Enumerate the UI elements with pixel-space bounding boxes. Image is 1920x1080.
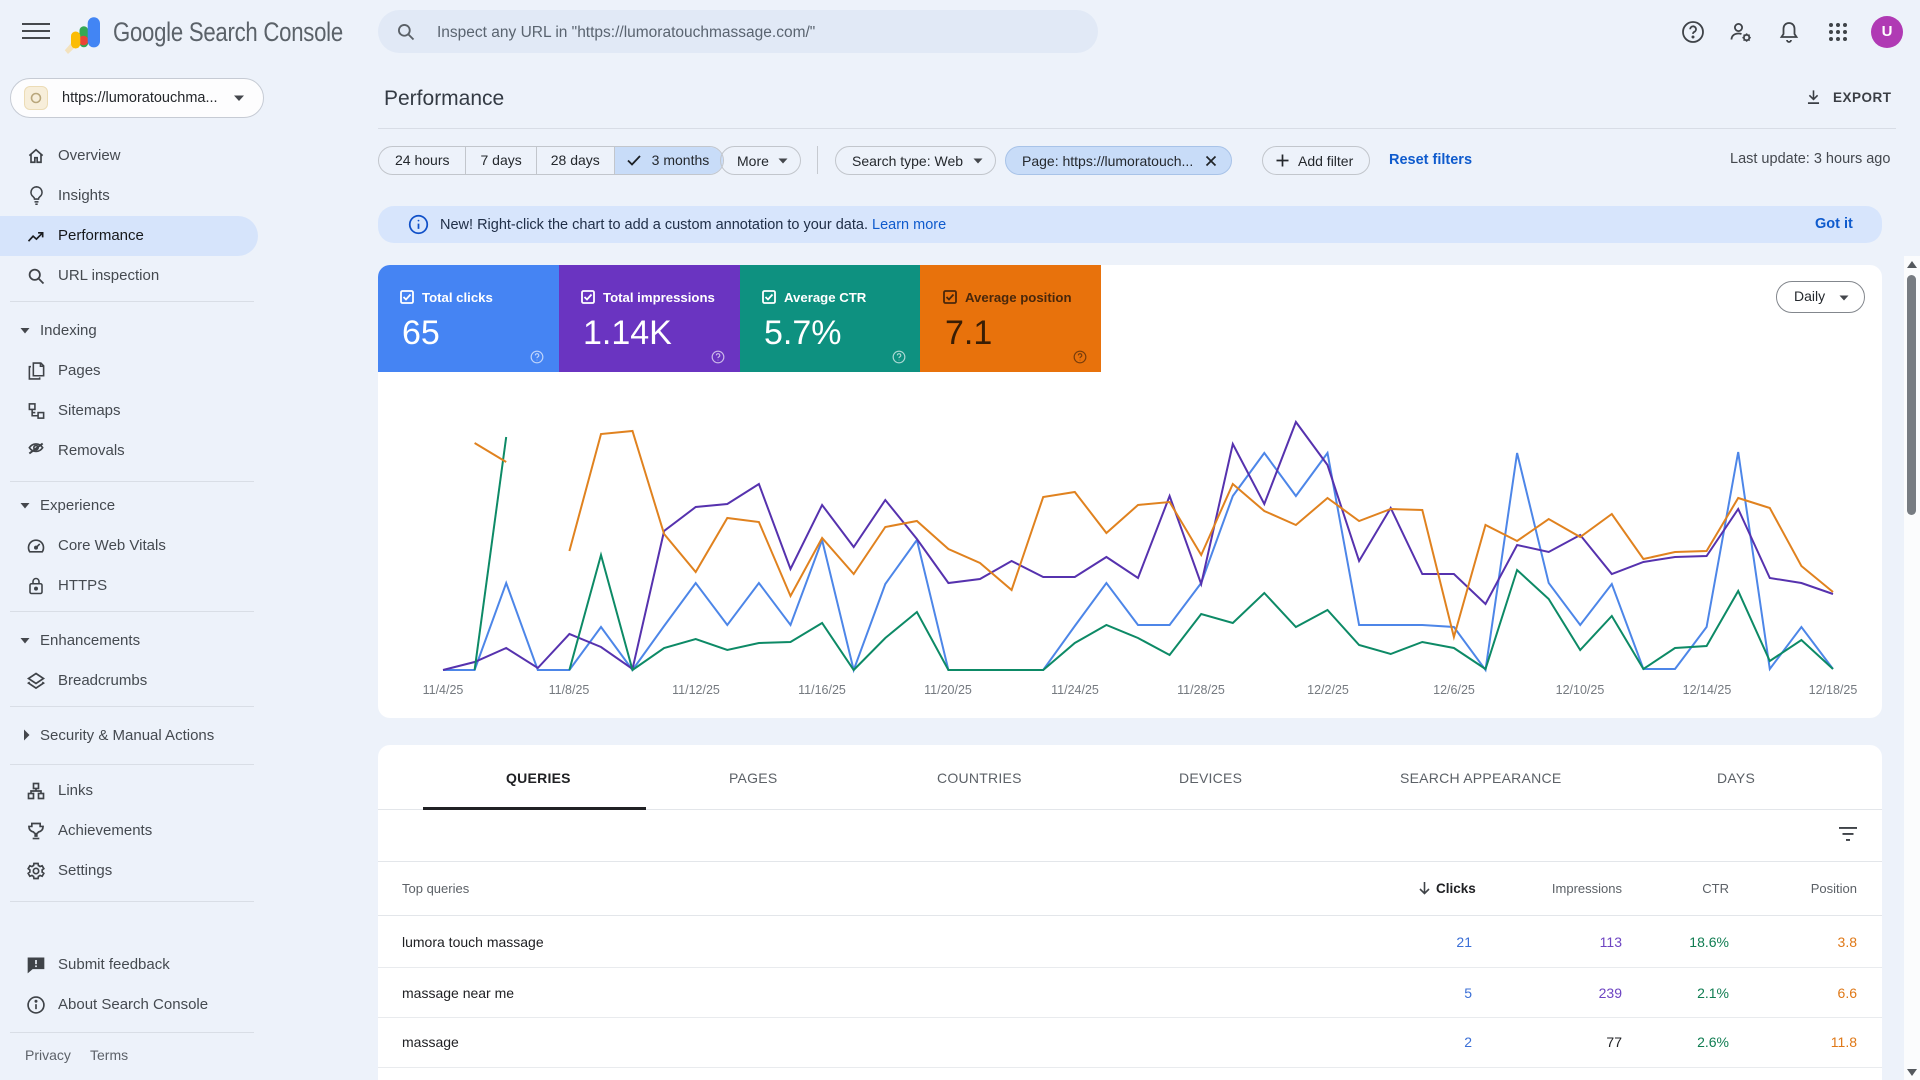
svg-text:11/8/25: 11/8/25 bbox=[549, 683, 590, 697]
svg-text:12/10/25: 12/10/25 bbox=[1556, 683, 1605, 697]
svg-text:11/20/25: 11/20/25 bbox=[924, 683, 972, 697]
svg-text:12/14/25: 12/14/25 bbox=[1683, 683, 1732, 697]
svg-text:11/24/25: 11/24/25 bbox=[1051, 683, 1099, 697]
svg-text:11/28/25: 11/28/25 bbox=[1177, 683, 1225, 697]
svg-text:12/6/25: 12/6/25 bbox=[1433, 683, 1475, 697]
svg-text:11/16/25: 11/16/25 bbox=[798, 683, 846, 697]
svg-text:11/4/25: 11/4/25 bbox=[423, 683, 464, 697]
svg-text:12/18/25: 12/18/25 bbox=[1809, 683, 1858, 697]
svg-text:11/12/25: 11/12/25 bbox=[672, 683, 720, 697]
svg-text:12/2/25: 12/2/25 bbox=[1307, 683, 1349, 697]
